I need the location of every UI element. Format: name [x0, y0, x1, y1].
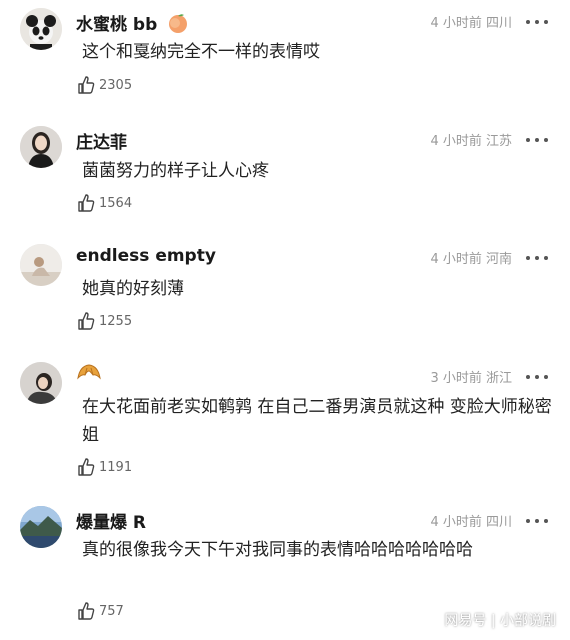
comment-text: 她真的好刻薄: [82, 279, 184, 299]
croissant-icon: [76, 362, 102, 391]
avatar[interactable]: [20, 244, 62, 286]
more-options-icon[interactable]: [526, 373, 548, 381]
avatar[interactable]: [20, 362, 62, 404]
more-options-icon[interactable]: [526, 254, 548, 262]
avatar[interactable]: [20, 126, 62, 168]
like-button[interactable]: 1564: [76, 193, 132, 213]
thumbs-up-icon: [78, 602, 95, 620]
avatar[interactable]: [20, 506, 62, 548]
username-text: endless empty: [76, 246, 216, 266]
more-options-icon[interactable]: [526, 18, 548, 26]
watermark: 网易号 | 小部说剧: [444, 613, 556, 629]
like-count: 1255: [99, 313, 133, 329]
comment-meta: 4 小时前 四川: [430, 16, 512, 31]
like-count: 2305: [99, 77, 133, 93]
username-text: 水蜜桃 bb: [76, 15, 158, 35]
thumbs-up-icon: [78, 312, 95, 330]
more-options-icon[interactable]: [526, 517, 548, 525]
username[interactable]: endless empty: [76, 246, 216, 266]
like-button[interactable]: 1191: [76, 457, 132, 477]
comment-meta: 4 小时前 四川: [430, 515, 512, 530]
comment-text: 菌菌努力的样子让人心疼: [82, 161, 269, 181]
username[interactable]: 庄达菲: [76, 128, 127, 153]
comment-meta: 4 小时前 河南: [430, 252, 512, 267]
thumbs-up-icon: [78, 76, 95, 94]
peach-icon: [167, 12, 189, 39]
username[interactable]: 爆量爆 R: [76, 508, 146, 533]
like-button[interactable]: 2305: [76, 75, 132, 95]
username[interactable]: 水蜜桃 bb: [76, 10, 189, 39]
like-button[interactable]: 1255: [76, 311, 132, 331]
like-count: 1191: [99, 459, 133, 475]
like-button[interactable]: 757: [76, 601, 124, 621]
username-text: 爆量爆 R: [76, 513, 147, 533]
comment-text: 在大花面前老实如鹌鹑 在自己二番男演员就这种 变脸大师秘密姐: [82, 397, 552, 445]
thumbs-up-icon: [78, 458, 95, 476]
comment-meta: 4 小时前 江苏: [430, 134, 512, 149]
comment-text: 真的很像我今天下午对我同事的表情哈哈哈哈哈哈哈: [82, 540, 473, 560]
like-count: 1564: [99, 195, 133, 211]
thumbs-up-icon: [78, 194, 95, 212]
like-count: 757: [99, 603, 124, 619]
comment-text: 这个和戛纳完全不一样的表情哎: [82, 42, 320, 62]
username-text: 庄达菲: [76, 133, 127, 153]
username[interactable]: [76, 362, 102, 391]
avatar[interactable]: [20, 8, 62, 50]
comment-meta: 3 小时前 浙江: [430, 371, 512, 386]
more-options-icon[interactable]: [526, 136, 548, 144]
